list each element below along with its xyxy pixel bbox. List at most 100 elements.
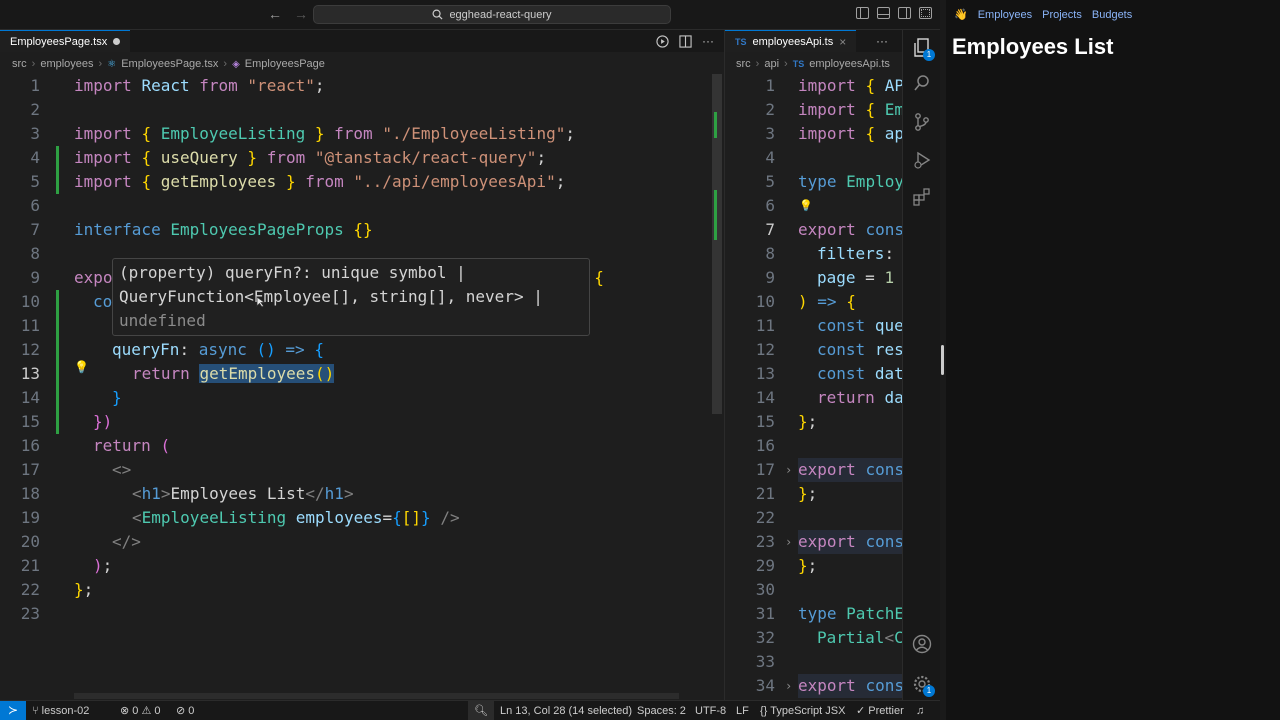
command-center-search[interactable]: egghead-react-query [313, 5, 671, 24]
branch-indicator[interactable]: ⑂ lesson-02 [32, 701, 89, 720]
line-number: 11 [755, 316, 775, 335]
tab-employees-page[interactable]: EmployeesPage.tsx [0, 30, 131, 52]
line-number: 10 [755, 292, 775, 311]
line-number: 14 [20, 388, 40, 407]
line-number: 1 [30, 76, 40, 95]
fold-chevron-icon[interactable]: › [785, 530, 792, 554]
line-number: 15 [20, 412, 40, 431]
formatter-status[interactable]: ✓ Prettier [856, 701, 904, 720]
run-icon[interactable] [656, 34, 669, 48]
explorer-icon[interactable]: 1 [912, 38, 935, 61]
line-number: 5 [30, 172, 40, 191]
check-icon: ✓ [856, 705, 866, 717]
lightbulb-icon[interactable]: 💡 [74, 360, 89, 374]
customize-layout-icon[interactable] [919, 7, 932, 19]
line-number: 21 [20, 556, 40, 575]
lightbulb-icon[interactable]: 💡 [799, 194, 813, 218]
code-editor-left[interactable]: 1 import React from "react"; 2 3 import { … [0, 74, 712, 694]
git-added-marker [56, 146, 59, 194]
notifications-bell-icon[interactable]: ♫ [916, 701, 924, 720]
breadcrumb-item[interactable]: src [12, 58, 27, 70]
source-control-icon[interactable] [912, 112, 932, 132]
line-number: 20 [20, 532, 40, 551]
preview-nav: 👋 Employees Projects Budgets [954, 8, 1132, 22]
breadcrumb-item[interactable]: api [764, 58, 779, 70]
typescript-file-icon: TS [735, 36, 747, 47]
fold-chevron-icon[interactable]: › [785, 674, 792, 698]
line-number: 1 [765, 76, 775, 95]
language-mode[interactable]: {} TypeScript JSX [760, 701, 845, 720]
git-branch-icon: ⑂ [32, 705, 39, 717]
line-number: 17 [20, 460, 40, 479]
git-added-marker [56, 290, 59, 434]
breadcrumb-item[interactable]: employeesApi.ts [809, 58, 890, 70]
toggle-primary-sidebar-icon[interactable] [856, 7, 869, 19]
zoom-icon[interactable]: 🔍︎ [468, 701, 494, 720]
more-actions-icon[interactable]: ··· [876, 34, 888, 48]
toggle-secondary-sidebar-icon[interactable] [898, 7, 911, 19]
mouse-cursor-icon [256, 296, 266, 308]
line-number: 21 [755, 484, 775, 503]
react-file-icon: ⚛ [107, 58, 117, 70]
horizontal-scrollbar[interactable] [74, 693, 679, 699]
toggle-panel-icon[interactable] [877, 7, 890, 19]
breadcrumb-item[interactable]: src [736, 58, 751, 70]
status-bar: ≻ ⑂ lesson-02 ⊗ 0 ⚠ 0 ⊘ 0 🔍︎ Ln 13, Col … [0, 700, 940, 720]
line-number: 13 [20, 364, 40, 383]
hover-line: (property) queryFn?: unique symbol | [119, 263, 466, 282]
problems-indicator[interactable]: ⊗ 0 ⚠ 0 [120, 701, 160, 720]
chevron-right-icon: › [784, 58, 788, 70]
line-number: 8 [30, 244, 40, 263]
more-actions-icon[interactable]: ··· [702, 34, 714, 48]
breadcrumb-item[interactable]: EmployeesPage [245, 58, 325, 70]
split-editor-icon[interactable] [679, 34, 692, 48]
line-number: 5 [765, 172, 775, 191]
line-number: 4 [765, 148, 775, 167]
history-nav: ← → [268, 6, 308, 22]
run-debug-icon[interactable] [912, 150, 932, 170]
line-number: 2 [765, 100, 775, 119]
nav-link-projects[interactable]: Projects [1042, 9, 1082, 21]
language-label: TypeScript JSX [770, 705, 846, 717]
code-editor-right[interactable]: 1 import { AP 2 import { Em 3 import { ap 4… [725, 74, 902, 698]
breadcrumb-item[interactable]: employees [40, 58, 93, 70]
end-of-line[interactable]: LF [736, 701, 749, 720]
nav-link-employees[interactable]: Employees [978, 9, 1032, 21]
encoding[interactable]: UTF-8 [695, 701, 726, 720]
forward-arrow-icon[interactable]: → [294, 6, 308, 22]
hover-tooltip: (property) queryFn?: unique symbol | Que… [112, 258, 590, 336]
extensions-icon[interactable] [912, 188, 932, 208]
line-number: 9 [30, 268, 40, 287]
line-number: 31 [755, 604, 775, 623]
line-number: 23 [755, 532, 775, 551]
close-icon[interactable]: × [839, 35, 846, 49]
breadcrumb-item[interactable]: EmployeesPage.tsx [121, 58, 218, 70]
unsaved-dot-icon[interactable] [113, 38, 121, 45]
ports-indicator[interactable]: ⊘ 0 [176, 701, 194, 720]
line-number: 19 [20, 508, 40, 527]
nav-link-budgets[interactable]: Budgets [1092, 9, 1132, 21]
resize-handle[interactable] [941, 345, 944, 375]
remote-indicator-icon[interactable]: ≻ [0, 701, 26, 720]
line-number: 3 [765, 124, 775, 143]
chevron-right-icon: › [98, 58, 103, 70]
fold-chevron-icon[interactable]: › [785, 458, 792, 482]
overview-change-marker [714, 112, 717, 138]
account-icon[interactable] [912, 634, 932, 654]
indentation[interactable]: Spaces: 2 [637, 701, 686, 720]
back-arrow-icon[interactable]: ← [268, 6, 282, 22]
right-editor-actions: ··· [876, 34, 888, 48]
layout-controls [856, 7, 932, 19]
manage-gear-icon[interactable]: 1 [912, 674, 935, 697]
cursor-position[interactable]: Ln 13, Col 28 (14 selected) [500, 701, 632, 720]
breadcrumb: src › api › TS employeesApi.ts [736, 54, 890, 74]
line-number: 34 [755, 676, 775, 695]
line-number: 6 [30, 196, 40, 215]
line-number: 18 [20, 484, 40, 503]
tab-employees-api[interactable]: TS employeesApi.ts × [725, 30, 857, 52]
search-icon [432, 9, 443, 20]
line-number: 12 [20, 340, 40, 359]
search-icon[interactable] [912, 74, 932, 94]
line-number: 9 [765, 268, 775, 287]
left-tab-bar: EmployeesPage.tsx [0, 30, 724, 52]
